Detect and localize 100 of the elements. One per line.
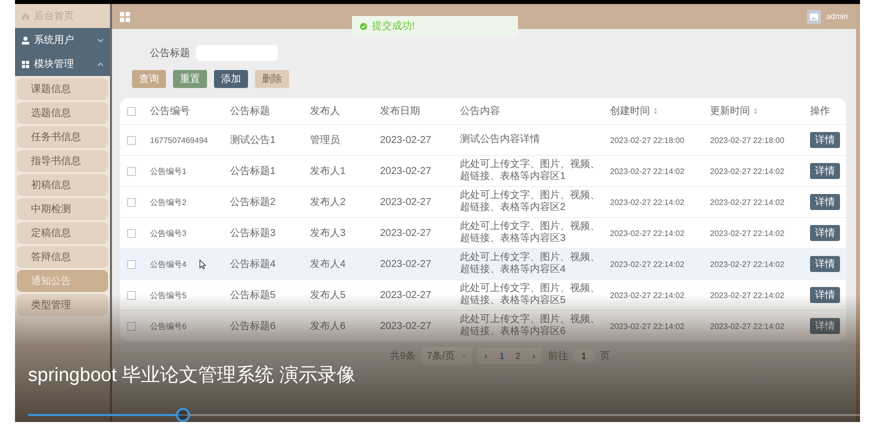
action-button[interactable]: 查询 <box>132 70 166 88</box>
sidebar-item[interactable]: 答辩信息 <box>17 246 108 268</box>
sidebar-label: 系统用户 <box>34 34 75 47</box>
detail-button[interactable]: 详情 <box>810 194 840 210</box>
progress-handle[interactable] <box>176 408 190 422</box>
table-cell: 公告编号5 <box>150 290 186 300</box>
action-button[interactable]: 添加 <box>214 70 248 88</box>
table-cell-text: 发布人6 <box>310 320 346 333</box>
next-page-button[interactable]: › <box>526 348 542 364</box>
sidebar-item[interactable]: 任务书信息 <box>17 126 108 148</box>
table-cell-text: 发布人4 <box>310 258 346 271</box>
checkbox[interactable] <box>126 136 136 144</box>
table-cell: 公告编号2 <box>150 196 186 208</box>
table-cell: 公告编号4 <box>150 258 186 270</box>
checkbox[interactable] <box>126 166 136 176</box>
prev-page-button[interactable]: ‹ <box>478 348 494 364</box>
sidebar-item[interactable]: 选题信息 <box>17 102 108 124</box>
goto-label: 前往 <box>548 350 568 363</box>
table-cell-text: 此处可上传文字、图片、视频、超链接、表格等内容区6 <box>460 314 601 338</box>
column-header: 公告内容 <box>460 104 500 118</box>
table-cell: 2023-02-27 22:14:02 <box>610 260 684 268</box>
sidebar-item[interactable]: 初稿信息 <box>17 174 108 196</box>
table-cell: 2023-02-27 22:14:02 <box>610 290 684 300</box>
sidebar-label: 模块管理 <box>34 58 75 71</box>
sidebar-item[interactable]: 类型管理 <box>17 294 108 316</box>
table-cell: 2023-02-27 22:14:02 <box>710 198 784 206</box>
table-cell-text: 此处可上传文字、图片、视频、超链接、表格等内容区5 <box>460 283 601 307</box>
sidebar-item[interactable]: 定稿信息 <box>17 222 108 244</box>
table-cell-text: 测试公告1 <box>230 134 276 147</box>
table-cell-text: 公告标题4 <box>230 258 276 271</box>
table-cell-text: 公告标题2 <box>230 196 276 209</box>
table-cell-text: 发布人5 <box>310 289 346 302</box>
sidebar-item[interactable]: 中期检测 <box>17 198 108 220</box>
avatar-icon[interactable] <box>807 10 822 24</box>
column-header: 公告编号 <box>150 104 190 118</box>
checkbox[interactable] <box>126 322 136 330</box>
column-header: 创建时间 <box>610 104 650 118</box>
checkbox[interactable] <box>126 260 136 268</box>
chevron-icon <box>97 38 104 42</box>
table-cell: 2023-02-27 22:18:00 <box>610 136 684 144</box>
table-cell: 2023-02-27 <box>380 134 432 146</box>
column-header: 发布人 <box>310 105 340 118</box>
detail-button[interactable]: 详情 <box>810 256 840 272</box>
sidebar-item[interactable]: 指导书信息 <box>17 150 108 172</box>
table-cell: 2023-02-27 22:14:02 <box>710 322 784 330</box>
table-cell-text: 发布人3 <box>310 227 346 240</box>
sidebar-group[interactable]: 模块管理 <box>15 52 110 76</box>
sidebar-group[interactable]: 系统用户 <box>15 28 110 52</box>
checkbox[interactable] <box>126 106 136 116</box>
detail-button[interactable]: 详情 <box>810 132 840 148</box>
menu-icon[interactable] <box>120 12 130 22</box>
sort-icon[interactable] <box>753 107 758 115</box>
chevron-icon <box>97 62 104 66</box>
page-size-select[interactable]: 7条/页 <box>422 347 472 365</box>
detail-button[interactable]: 详情 <box>810 163 840 179</box>
table-cell: 2023-02-27 <box>380 320 432 332</box>
toast-message: 提交成功! <box>372 20 415 33</box>
checkbox[interactable] <box>126 198 136 206</box>
checkbox[interactable] <box>126 228 136 238</box>
chevron-icon <box>460 354 467 358</box>
table-cell: 2023-02-27 <box>380 228 432 238</box>
table-cell-text: 公告标题5 <box>230 288 276 302</box>
table-cell-text: 发布人1 <box>310 165 346 178</box>
table-cell: 2023-02-27 22:14:02 <box>610 198 684 206</box>
table-cell: 2023-02-27 22:14:02 <box>710 166 784 176</box>
table-cell: 2023-02-27 <box>380 258 432 270</box>
total-count: 共9条 <box>390 350 416 363</box>
table-cell: 公告编号6 <box>150 320 186 332</box>
cursor-icon <box>199 258 206 270</box>
user-icon <box>21 36 30 44</box>
page-suffix: 页 <box>600 350 610 363</box>
page-input[interactable]: 1 <box>574 349 594 363</box>
action-button[interactable]: 重置 <box>173 70 207 88</box>
table-cell: 测试公告内容详情 <box>460 134 540 146</box>
table-cell: 2023-02-27 22:14:02 <box>610 322 684 330</box>
table-cell-text: 此处可上传文字、图片、视频、超链接、表格等内容区4 <box>460 252 601 276</box>
page-button[interactable]: 1 <box>494 348 510 364</box>
table-cell: 2023-02-27 22:18:00 <box>710 136 784 144</box>
table-cell: 1677507469494 <box>150 136 208 144</box>
table-cell: 2023-02-27 22:14:02 <box>610 228 684 238</box>
table-cell: 2023-02-27 <box>380 290 432 300</box>
table-cell: 2023-02-27 22:14:02 <box>710 228 784 238</box>
detail-button[interactable]: 详情 <box>810 318 840 334</box>
table-cell-text: 公告标题3 <box>230 226 276 240</box>
detail-button[interactable]: 详情 <box>810 287 840 303</box>
table-cell-text: 公告标题1 <box>230 164 276 178</box>
page-button[interactable]: 2 <box>510 348 526 364</box>
table-cell: 公告编号3 <box>150 228 186 238</box>
detail-button[interactable]: 详情 <box>810 225 840 241</box>
table-cell: 2023-02-27 22:14:02 <box>710 260 784 268</box>
table-cell-text: 此处可上传文字、图片、视频、超链接、表格等内容区1 <box>460 159 601 183</box>
video-caption: springboot 毕业论文管理系统 演示录像 <box>28 364 356 388</box>
checkbox[interactable] <box>126 290 136 300</box>
table-cell-text: 此处可上传文字、图片、视频、超链接、表格等内容区2 <box>460 190 601 214</box>
sidebar-item[interactable]: 课题信息 <box>17 78 108 100</box>
table-cell-text: 管理员 <box>310 134 340 147</box>
column-header: 发布日期 <box>380 104 420 118</box>
table-cell: 2023-02-27 22:14:02 <box>610 166 684 176</box>
sort-icon[interactable] <box>653 107 658 115</box>
table-cell: 2023-02-27 <box>380 166 432 176</box>
